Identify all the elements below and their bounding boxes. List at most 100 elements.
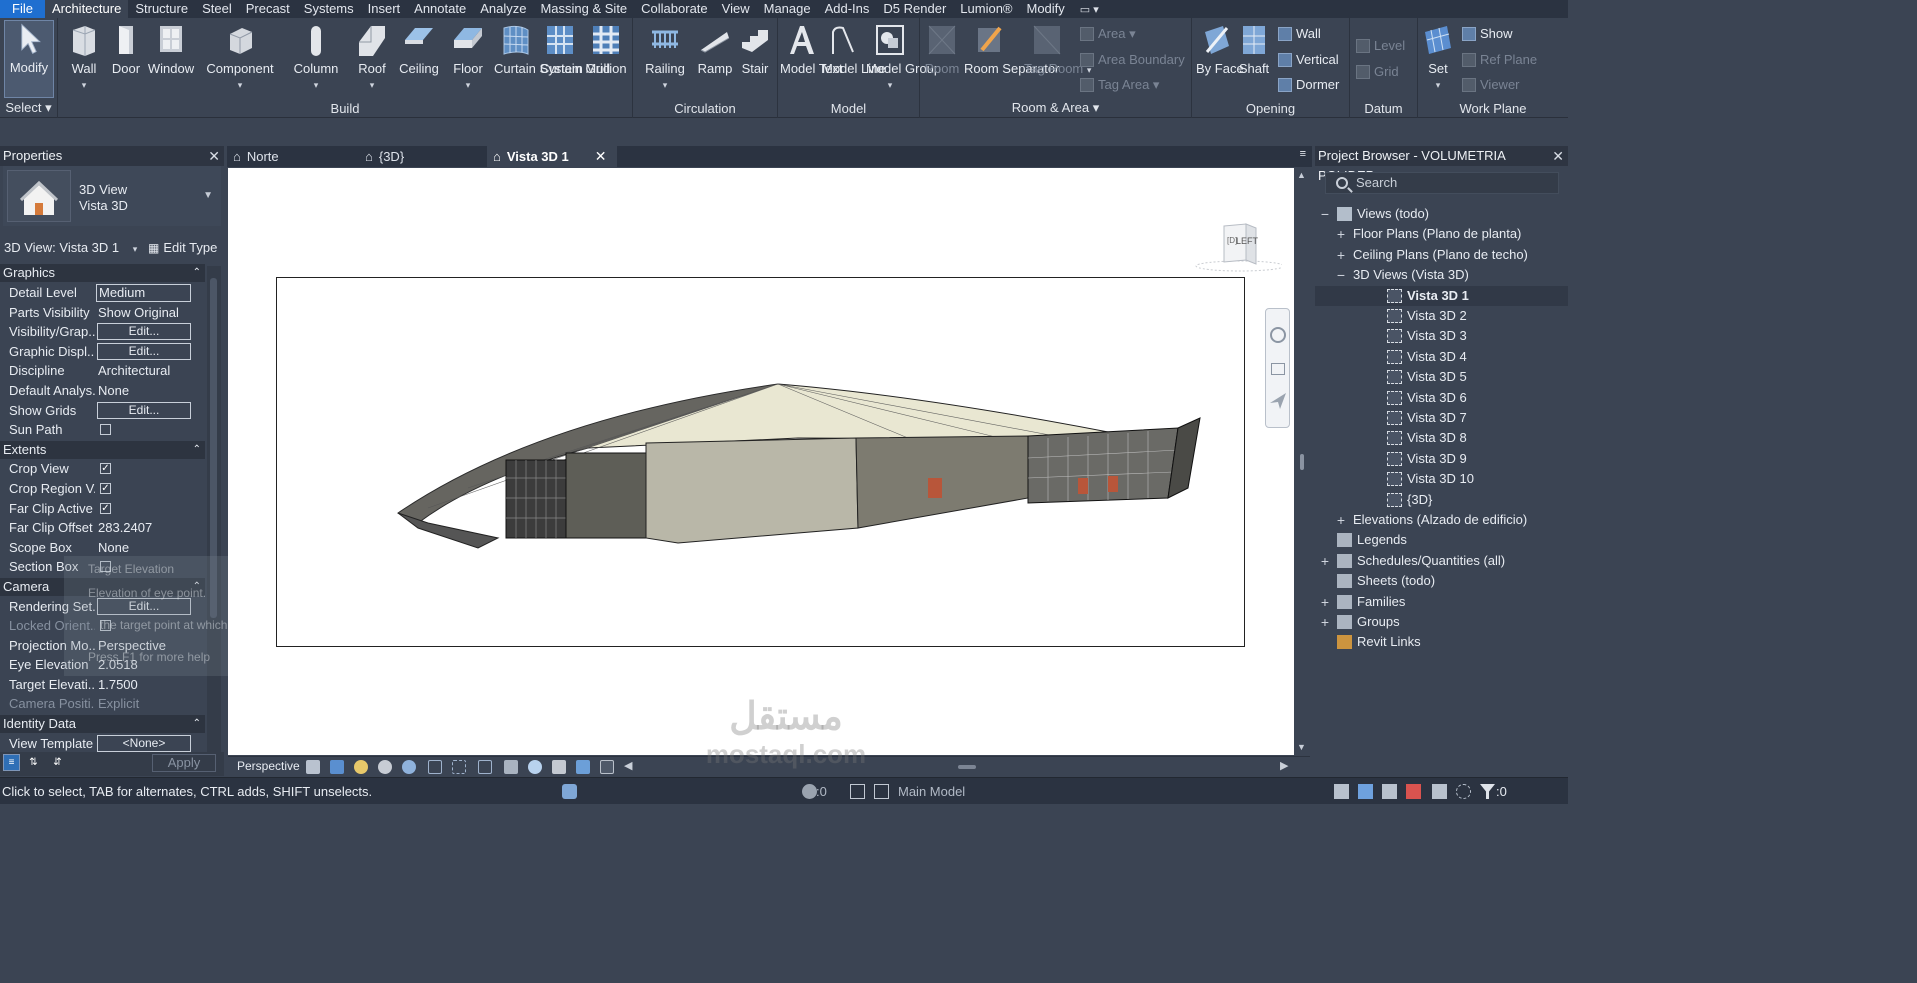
- detail-level-field[interactable]: Medium: [96, 284, 191, 302]
- scroll-down-icon[interactable]: ▼: [1297, 742, 1306, 752]
- menu-analyze[interactable]: Analyze: [473, 0, 533, 18]
- menu-file[interactable]: File: [0, 0, 45, 18]
- stair-button[interactable]: Stair: [737, 22, 773, 76]
- area-button[interactable]: Area ▾: [1080, 26, 1136, 42]
- visibility-edit-button[interactable]: Edit...: [97, 323, 191, 340]
- ramp-button[interactable]: Ramp: [695, 22, 735, 76]
- modify-button[interactable]: Modify: [4, 20, 54, 98]
- door-button[interactable]: Door: [108, 22, 144, 76]
- drawing-canvas[interactable]: [D] LEFT: [228, 168, 1294, 755]
- menu-annotate[interactable]: Annotate: [407, 0, 473, 18]
- vertical-opening-button[interactable]: Vertical: [1278, 52, 1339, 67]
- menu-modify[interactable]: Modify: [1020, 0, 1072, 18]
- viewer-button[interactable]: Viewer: [1462, 77, 1520, 92]
- tree-item[interactable]: Vista 3D 6: [1315, 388, 1568, 408]
- menu-systems[interactable]: Systems: [297, 0, 361, 18]
- prop-eye-elevation[interactable]: Eye Elevation 2.0518: [0, 655, 205, 675]
- background-process-icon[interactable]: [1456, 784, 1471, 799]
- menu-structure[interactable]: Structure: [128, 0, 195, 18]
- prop-default-analysis[interactable]: Default Analys... None: [0, 381, 205, 401]
- worksets-icon[interactable]: [562, 784, 577, 799]
- expand-icon[interactable]: +: [1335, 245, 1347, 265]
- prop-parts-visibility[interactable]: Parts Visibility Show Original: [0, 303, 205, 323]
- tree-item[interactable]: Vista 3D 7: [1315, 408, 1568, 428]
- tree-item[interactable]: − Views (todo): [1315, 204, 1568, 224]
- crop-region-checkbox[interactable]: ✓: [100, 483, 111, 494]
- tree-item[interactable]: Vista 3D 9: [1315, 449, 1568, 469]
- show-work-plane-button[interactable]: Show: [1462, 26, 1513, 41]
- sun-settings-icon[interactable]: [330, 760, 344, 774]
- view-template-button[interactable]: <None>: [97, 735, 191, 752]
- highlight-icon[interactable]: [600, 760, 614, 774]
- sort-ascending-icon[interactable]: ⇅: [25, 754, 42, 771]
- window-button[interactable]: Window: [146, 22, 196, 76]
- shaft-button[interactable]: Shaft: [1236, 22, 1272, 76]
- set-work-plane-button[interactable]: Set ▾: [1420, 22, 1456, 93]
- properties-scrollbar[interactable]: [207, 266, 221, 752]
- tab-menu-icon[interactable]: ≡: [1300, 148, 1306, 160]
- tag-room-button[interactable]: Tag Room ▾: [1024, 22, 1091, 78]
- close-icon[interactable]: ✕: [1552, 146, 1564, 166]
- main-model-selector[interactable]: Main Model: [898, 784, 965, 799]
- quick-access-dropdown[interactable]: ▭ ▾: [1072, 3, 1107, 16]
- expand-icon[interactable]: +: [1319, 551, 1331, 571]
- tree-item[interactable]: + Groups: [1315, 612, 1568, 632]
- expand-icon[interactable]: +: [1319, 592, 1331, 612]
- expand-icon[interactable]: +: [1335, 510, 1347, 530]
- level-button[interactable]: Level: [1356, 38, 1405, 53]
- tree-item[interactable]: Vista 3D 4: [1315, 347, 1568, 367]
- graphics-section-header[interactable]: Graphics ⌃: [0, 264, 205, 282]
- expand-icon[interactable]: +: [1319, 612, 1331, 632]
- apply-button[interactable]: Apply: [152, 754, 216, 772]
- lock-view-icon[interactable]: [478, 760, 492, 774]
- prop-scope-box[interactable]: Scope Box None: [0, 538, 205, 558]
- graphic-display-edit-button[interactable]: Edit...: [97, 343, 191, 360]
- steering-wheel-icon[interactable]: [1270, 327, 1286, 343]
- crop-view-checkbox[interactable]: ✓: [100, 463, 111, 474]
- tree-item[interactable]: Vista 3D 3: [1315, 326, 1568, 346]
- worksharing-icon[interactable]: [552, 760, 566, 774]
- tree-item[interactable]: + Floor Plans (Plano de planta): [1315, 224, 1568, 244]
- categorized-sort-icon[interactable]: ≡: [3, 754, 20, 771]
- menu-lumion[interactable]: Lumion®: [953, 0, 1019, 18]
- zoom-icon[interactable]: [1271, 363, 1285, 375]
- menu-insert[interactable]: Insert: [361, 0, 408, 18]
- wall-button[interactable]: Wall ▾: [64, 22, 104, 93]
- column-button[interactable]: Column ▾: [290, 22, 342, 93]
- menu-view[interactable]: View: [715, 0, 757, 18]
- tree-item[interactable]: Vista 3D 1: [1315, 285, 1568, 306]
- prop-far-clip-offset[interactable]: Far Clip Offset 283.2407: [0, 518, 205, 538]
- menu-add-ins[interactable]: Add-Ins: [818, 0, 877, 18]
- section-box-checkbox[interactable]: [100, 561, 111, 572]
- select-links-icon[interactable]: [1334, 784, 1349, 799]
- tree-item[interactable]: Vista 3D 10: [1315, 469, 1568, 489]
- show-crop-icon[interactable]: [452, 760, 466, 774]
- menu-manage[interactable]: Manage: [757, 0, 818, 18]
- editable-only-icon[interactable]: [802, 784, 817, 799]
- room-area-group-title[interactable]: Room & Area ▾: [920, 100, 1191, 116]
- design-options-icon[interactable]: [850, 784, 865, 799]
- camera-section-header[interactable]: Camera ⌃: [0, 578, 205, 596]
- collapse-icon[interactable]: −: [1335, 265, 1347, 285]
- model-text-button[interactable]: Model Text: [780, 22, 843, 76]
- select-pinned-icon[interactable]: [1382, 784, 1397, 799]
- close-icon[interactable]: ✕: [595, 146, 607, 167]
- type-selector[interactable]: 3D View Vista 3D ▼: [3, 166, 221, 226]
- temp-hide-icon[interactable]: [504, 760, 518, 774]
- rendering-edit-button[interactable]: Edit...: [97, 598, 191, 615]
- curtain-system-button[interactable]: Curtain System: [494, 22, 583, 76]
- curtain-grid-button[interactable]: Curtain Grid: [540, 22, 610, 76]
- sun-path-checkbox[interactable]: [100, 424, 111, 435]
- tree-item[interactable]: Revit Links: [1315, 632, 1568, 652]
- canvas-vertical-scrollbar[interactable]: ▲ ▼: [1294, 168, 1310, 755]
- filter-icon[interactable]: [1480, 784, 1495, 799]
- extents-section-header[interactable]: Extents ⌃: [0, 441, 205, 459]
- scroll-up-icon[interactable]: ▲: [1297, 170, 1306, 180]
- tree-item[interactable]: Legends: [1315, 530, 1568, 550]
- scroll-thumb[interactable]: [210, 278, 217, 618]
- menu-steel[interactable]: Steel: [195, 0, 239, 18]
- sun-path-icon[interactable]: [354, 760, 368, 774]
- mullion-button[interactable]: Mullion: [584, 22, 628, 76]
- scroll-right-icon[interactable]: ▶: [1280, 759, 1288, 772]
- visual-style-icon[interactable]: [306, 760, 320, 774]
